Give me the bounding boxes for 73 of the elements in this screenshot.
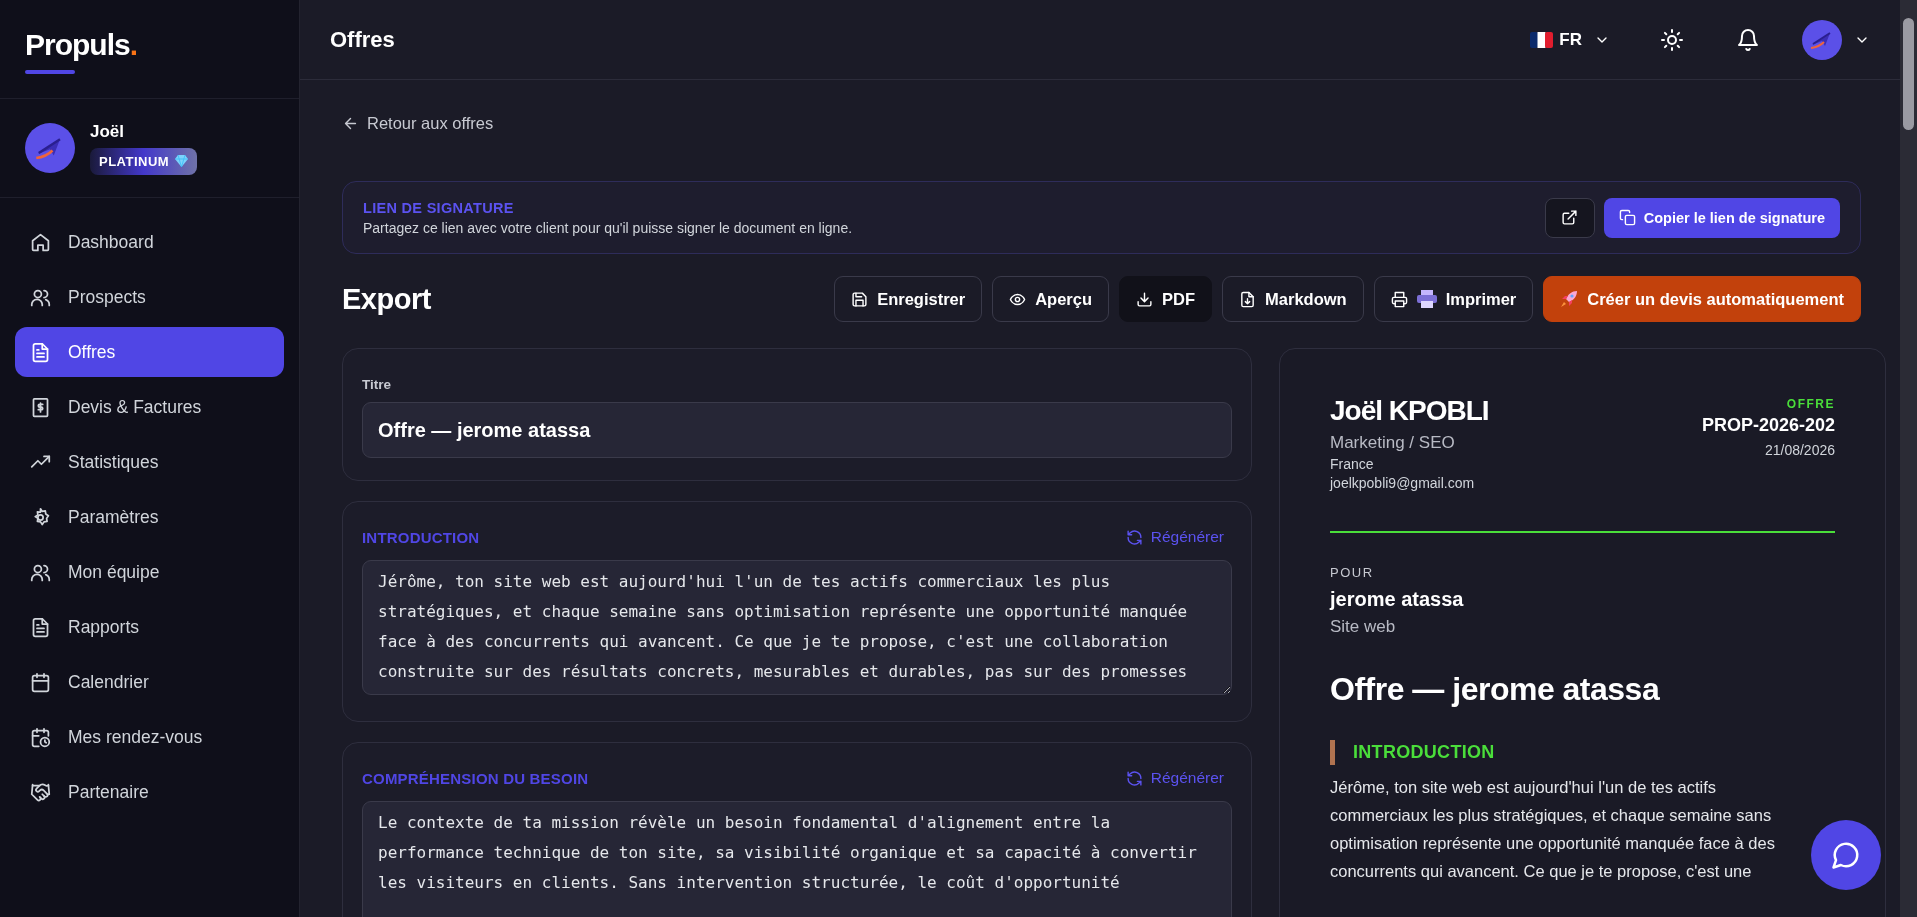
- nav-item[interactable]: Rapports: [15, 602, 284, 652]
- language-selector[interactable]: FR: [1522, 23, 1618, 56]
- printer-icon: [1390, 290, 1408, 308]
- nav-item[interactable]: Statistiques: [15, 437, 284, 487]
- accent-bar: [1330, 740, 1335, 765]
- nav-item[interactable]: Partenaire: [15, 767, 284, 817]
- project-name: Site web: [1330, 617, 1397, 637]
- recipient-label: POUR: [1330, 565, 1375, 580]
- sender-role: Marketing / SEO: [1330, 433, 1456, 453]
- nav-item[interactable]: Dashboard: [15, 217, 284, 267]
- download-icon: [1136, 290, 1154, 308]
- export-button[interactable]: Aperçu: [992, 276, 1110, 322]
- calendar-clock-icon: [30, 726, 51, 748]
- banner-description: Partagez ce lien avec votre client pour qu'il puisse signer le document en ligne.: [363, 219, 854, 236]
- section-paragraph: Jérôme, ton site web est aujourd'hui l'un de tes actifs commerciaux les plus stratégiques, et chaque semaine sans optimisation représente une opportunité manquée face à des concurrents qui avancent. Ce que je te propose, c'est une: [1330, 777, 1776, 882]
- copy-icon: [1618, 209, 1636, 226]
- export-button[interactable]: PDF: [1119, 276, 1213, 322]
- copy-link-button[interactable]: Copier le lien de signature: [1603, 197, 1840, 238]
- flag-icon: [1530, 31, 1554, 48]
- avatar-icon: [25, 123, 75, 173]
- file-download-icon: [1239, 290, 1257, 308]
- nav-item[interactable]: Calendrier: [15, 657, 284, 707]
- field-label: Titre: [362, 377, 392, 392]
- nav-item[interactable]: Offres: [15, 327, 284, 377]
- document-number: PROP-2026-202: [1701, 415, 1835, 436]
- section-text-field[interactable]: Le contexte de ta mission révèle un besoin fondamental d'alignement entre la performance technique de ton site, sa visibilité organique et sa capacité à convertir les visiteurs en clients. Sans intervention structurée, le coût d'opportunité: [362, 801, 1232, 917]
- banner-title: LIEN DE SIGNATURE: [363, 199, 515, 216]
- scrollbar[interactable]: [1903, 18, 1914, 130]
- export-button[interactable]: Créer un devis automatiquement: [1543, 276, 1861, 322]
- sender-country: France: [1330, 456, 1375, 472]
- printer-icon: [1416, 290, 1437, 308]
- nav-item[interactable]: Prospects: [15, 272, 284, 322]
- user-name: Joël: [90, 121, 126, 142]
- document-date: 21/08/2026: [1763, 442, 1835, 458]
- sun-icon: [1660, 27, 1684, 52]
- open-link-button[interactable]: [1544, 197, 1595, 238]
- document-icon: [30, 616, 51, 638]
- back-link[interactable]: Retour aux offres: [342, 107, 494, 139]
- refresh-icon: [1125, 528, 1143, 546]
- sender-name: Joël KPOBLI: [1330, 395, 1489, 427]
- export-button[interactable]: Imprimer: [1373, 276, 1534, 322]
- section-title: Export: [342, 282, 432, 316]
- calendar-icon: [30, 671, 51, 693]
- title-field[interactable]: Offre — jerome atassa: [362, 402, 1232, 458]
- nav-item[interactable]: Paramètres: [15, 492, 284, 542]
- house-icon: [30, 231, 51, 253]
- document-icon: [30, 341, 51, 363]
- client-name: jerome atassa: [1330, 588, 1465, 611]
- sender-email: joelkpobli9@gmail.com: [1330, 475, 1476, 491]
- nav-item[interactable]: Mes rendez-vous: [15, 712, 284, 762]
- nav-item[interactable]: Mon équipe: [15, 547, 284, 597]
- section-heading: INTRODUCTION: [362, 528, 480, 546]
- export-button[interactable]: Enregistrer: [834, 276, 983, 322]
- section-text-field[interactable]: Jérôme, ton site web est aujourd'hui l'un de tes actifs commerciaux les plus stratégiques, et chaque semaine sans optimisation représente une opportunité manquée face à des concurrents qui avancent. Ce que je te propose, c'est une collaboration construite sur des résultats concrets, mesurables et durables, pas sur des promesses: [362, 560, 1232, 695]
- plan-badge: PLATINUM: [90, 147, 198, 175]
- section-heading: COMPRÉHENSION DU BESOIN: [362, 769, 589, 787]
- diamond-icon: [175, 155, 189, 167]
- page-title: Offres: [330, 26, 396, 53]
- avatar-icon: [1802, 19, 1842, 60]
- receipt-icon: [30, 396, 51, 418]
- document-title: Offre — jerome atassa: [1330, 671, 1661, 708]
- bell-icon: [1736, 27, 1760, 52]
- document-type: OFFRE: [1785, 397, 1835, 411]
- external-link-icon: [1561, 209, 1579, 226]
- rocket-icon: [1560, 290, 1579, 308]
- section-heading: INTRODUCTION: [1353, 742, 1495, 763]
- handshake-icon: [30, 781, 51, 803]
- chat-bubble-icon: [1831, 840, 1861, 870]
- export-button[interactable]: Markdown: [1222, 276, 1364, 322]
- refresh-icon: [1125, 769, 1143, 787]
- save-icon: [851, 290, 869, 308]
- nav-item[interactable]: Devis & Factures: [15, 382, 284, 432]
- logo: Propuls.: [25, 28, 138, 62]
